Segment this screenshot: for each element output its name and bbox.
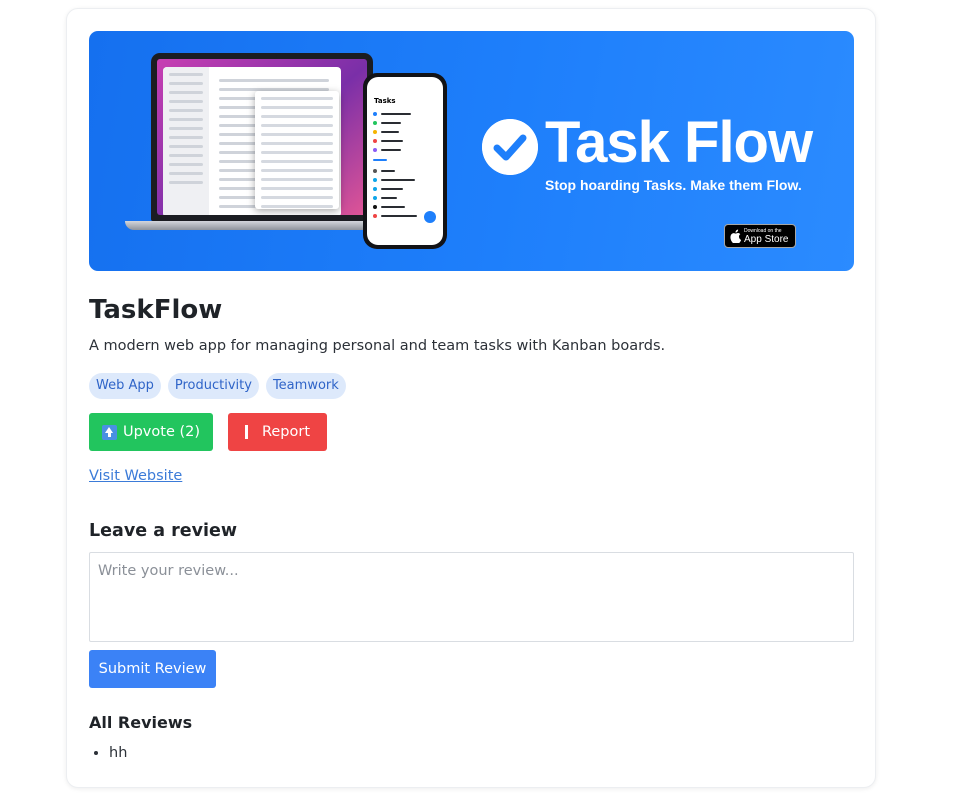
- flag-icon: [244, 425, 248, 439]
- submit-review-button[interactable]: Submit Review: [89, 650, 216, 688]
- upvote-button[interactable]: Upvote (2): [89, 413, 213, 451]
- tag-productivity[interactable]: Productivity: [167, 373, 259, 399]
- all-reviews-heading: All Reviews: [89, 713, 193, 732]
- upvote-label: Upvote (2): [122, 424, 201, 440]
- up-arrow-icon: [101, 424, 117, 440]
- app-store-big-text: App Store: [744, 234, 789, 245]
- checkmark-logo-icon: [482, 119, 538, 175]
- visit-website-link[interactable]: Visit Website: [89, 468, 182, 484]
- tag-teamwork[interactable]: Teamwork: [265, 373, 346, 399]
- review-item: hh: [109, 745, 127, 761]
- app-banner-image: Tasks Task Flow Stop hoarding Tasks. Mak…: [89, 31, 854, 271]
- banner-tagline: Stop hoarding Tasks. Make them Flow.: [545, 177, 802, 193]
- leave-review-heading: Leave a review: [89, 521, 238, 541]
- app-description: A modern web app for managing personal a…: [89, 338, 666, 354]
- app-title: TaskFlow: [89, 295, 223, 325]
- review-textarea[interactable]: [89, 552, 854, 642]
- report-button[interactable]: Report: [228, 413, 327, 451]
- banner-brand-name: Task Flow: [545, 110, 813, 175]
- app-store-badge: Download on the App Store: [724, 224, 796, 248]
- apple-icon: [730, 229, 741, 243]
- tag-list: Web App Productivity Teamwork: [89, 373, 346, 399]
- reviews-list: hh: [89, 745, 127, 761]
- app-detail-card: Tasks Task Flow Stop hoarding Tasks. Mak…: [66, 8, 876, 788]
- report-label: Report: [261, 424, 311, 440]
- tag-web-app[interactable]: Web App: [89, 373, 161, 399]
- phone-title: Tasks: [374, 97, 396, 105]
- laptop-mockup: [125, 53, 375, 233]
- phone-mockup: Tasks: [363, 73, 447, 249]
